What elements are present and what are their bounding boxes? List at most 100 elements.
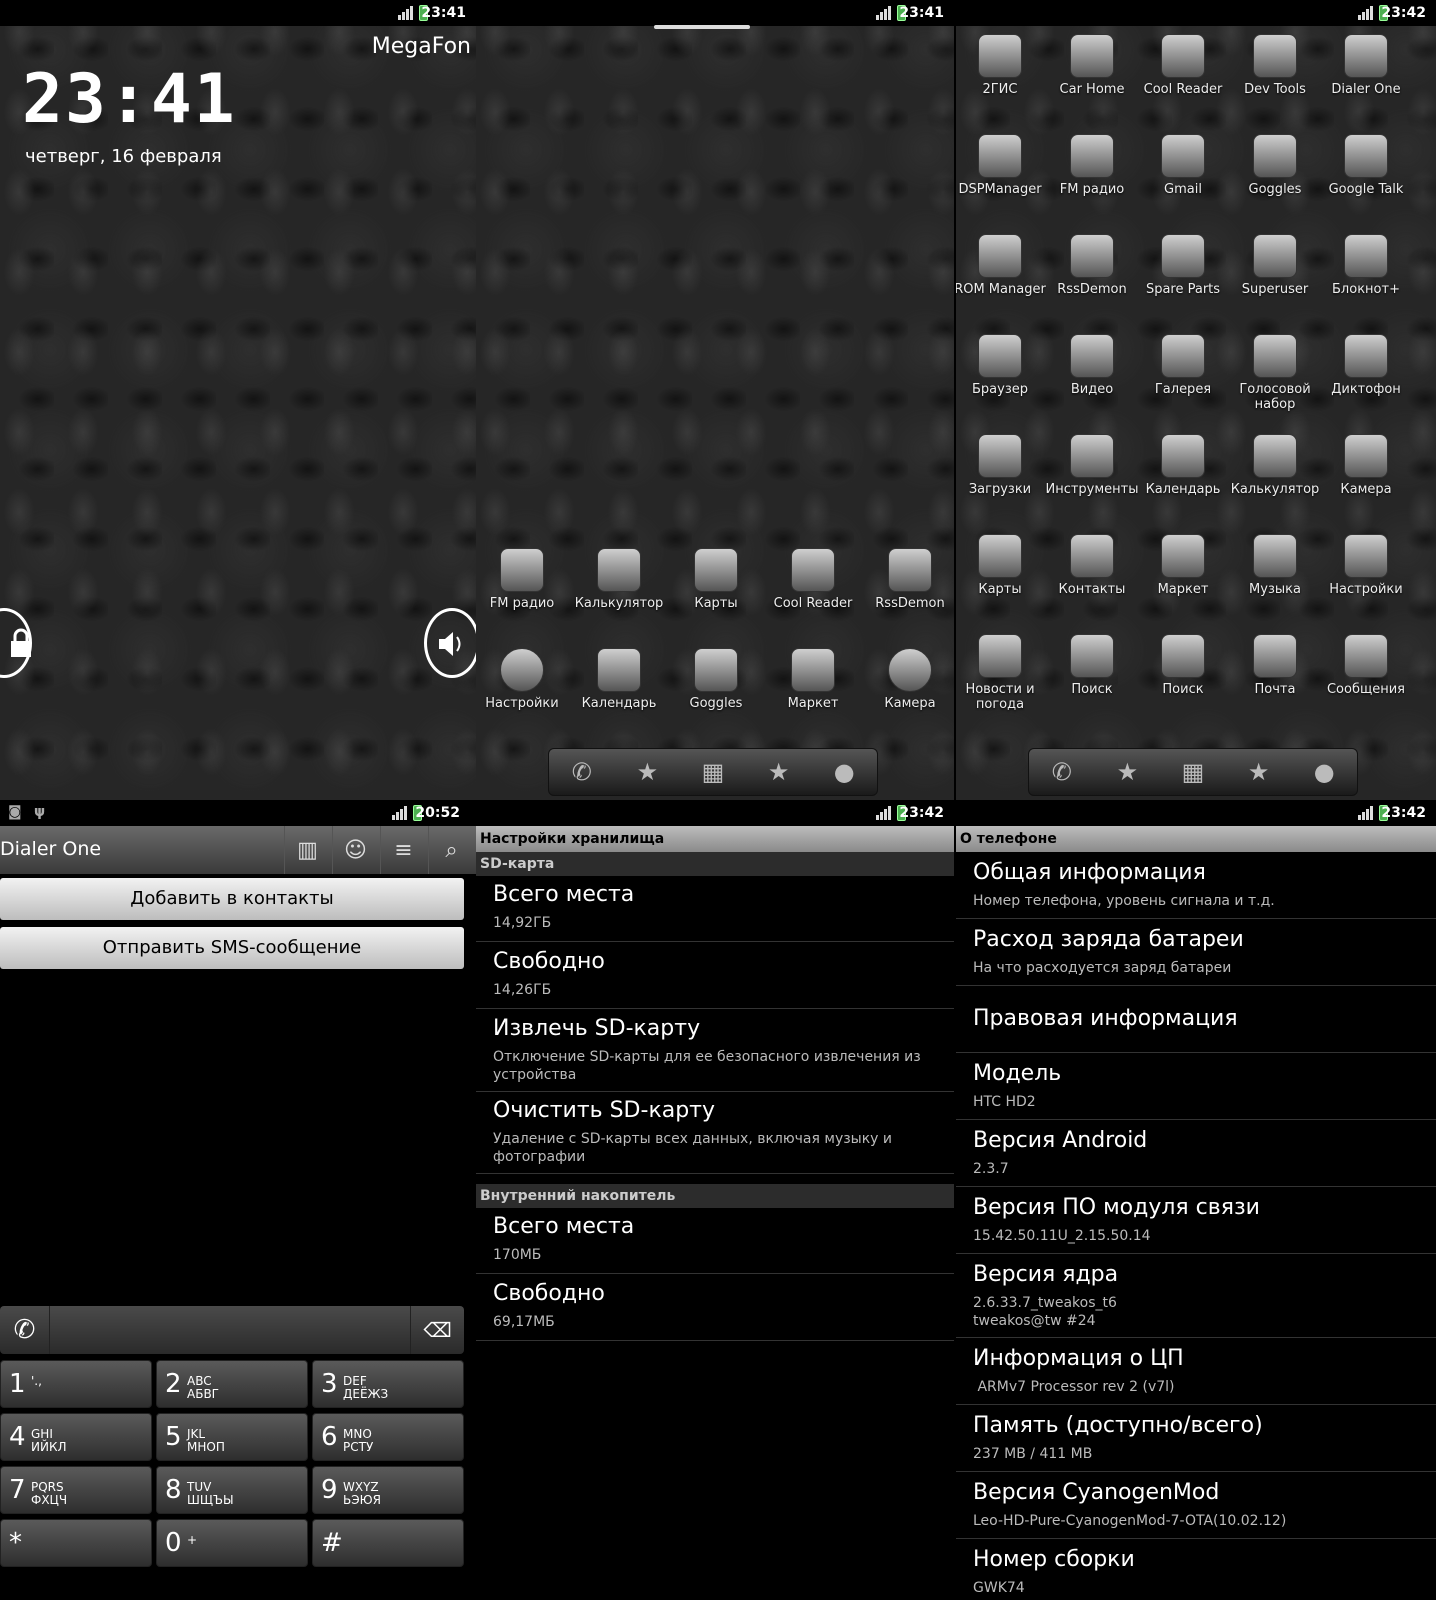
app-shortcut[interactable]: Goggles	[1227, 134, 1323, 197]
settings-item[interactable]: Версия CyanogenMod Leo-HD-Pure-CyanogenMo…	[956, 1472, 1436, 1539]
app-shortcut[interactable]: Карты	[956, 534, 1048, 597]
settings-item[interactable]: Всего места 14,92ГБ	[476, 876, 954, 942]
app-shortcut[interactable]: Сообщения	[1318, 634, 1414, 697]
app-shortcut[interactable]: Gmail	[1135, 134, 1231, 197]
browser-globe-icon[interactable]: ●	[1309, 757, 1339, 787]
settings-item[interactable]: Версия ПО модуля связи 15.42.50.11U_2.15.…	[956, 1187, 1436, 1254]
app-label: RssDemon	[875, 596, 945, 611]
settings-item[interactable]: Извлечь SD-карту Отключение SD-карты для …	[476, 1010, 954, 1092]
star-icon[interactable]: ★	[1244, 757, 1274, 787]
app-shortcut[interactable]: Dev Tools	[1227, 34, 1323, 97]
app-shortcut[interactable]: Google Talk	[1318, 134, 1414, 197]
app-shortcut[interactable]: Superuser	[1227, 234, 1323, 297]
sort-icon[interactable]: ≡	[380, 826, 426, 874]
dial-key[interactable]: 2 ABC АБВГ	[156, 1360, 308, 1408]
settings-item[interactable]: Всего места 170МБ	[476, 1208, 954, 1274]
app-shortcut[interactable]: Инструменты	[1044, 434, 1140, 497]
dial-key[interactable]: 4 GHI ИЙКЛ	[0, 1413, 152, 1461]
settings-item[interactable]: Правовая информация	[956, 986, 1436, 1053]
app-shortcut[interactable]: Музыка	[1227, 534, 1323, 597]
app-shortcut[interactable]: Поиск	[1044, 634, 1140, 697]
app-shortcut[interactable]: Контакты	[1044, 534, 1140, 597]
notification-handle[interactable]	[654, 25, 750, 29]
dial-key[interactable]: 3 DEF ДЕЁЖЗ	[312, 1360, 464, 1408]
settings-item[interactable]: Версия Android 2.3.7	[956, 1120, 1436, 1187]
unlock-slider[interactable]	[0, 608, 32, 678]
app-shortcut[interactable]: Поиск	[1135, 634, 1231, 697]
app-shortcut[interactable]: Goggles	[668, 648, 764, 711]
app-shortcut[interactable]: Spare Parts	[1135, 234, 1231, 297]
app-shortcut[interactable]: Карты	[668, 548, 764, 611]
app-shortcut[interactable]: Новости и погода	[956, 634, 1048, 712]
item-title: Правовая информация	[973, 1006, 1238, 1031]
app-shortcut[interactable]: RssDemon	[1044, 234, 1140, 297]
settings-item[interactable]: Версия ядра 2.6.33.7_tweakos_t6 tweakos@t…	[956, 1254, 1436, 1338]
app-shortcut[interactable]: Маркет	[1135, 534, 1231, 597]
dial-key[interactable]: 9 WXYZ ЬЭЮЯ	[312, 1466, 464, 1514]
app-shortcut[interactable]: DSPManager	[956, 134, 1048, 197]
dial-key[interactable]: 0 +	[156, 1519, 308, 1567]
dial-key[interactable]: 1 '.,	[0, 1360, 152, 1408]
digits-field[interactable]: ✆ ⌫	[0, 1306, 464, 1354]
app-shortcut[interactable]: FM радио	[1044, 134, 1140, 197]
app-shortcut[interactable]: Камера	[862, 648, 954, 711]
app-shortcut[interactable]: Календарь	[571, 648, 667, 711]
search-icon[interactable]: ⌕	[428, 826, 474, 874]
dial-key[interactable]: 8 TUV ШЩЪЫ	[156, 1466, 308, 1514]
settings-item[interactable]: Номер сборки GWK74	[956, 1539, 1436, 1600]
dial-key[interactable]: #	[312, 1519, 464, 1567]
star-icon[interactable]: ★	[764, 757, 794, 787]
app-shortcut[interactable]: Календарь	[1135, 434, 1231, 497]
app-shortcut[interactable]: Диктофон	[1318, 334, 1414, 397]
app-drawer-icon[interactable]: ▦	[698, 757, 728, 787]
app-shortcut[interactable]: Блокнот+	[1318, 234, 1414, 297]
app-shortcut[interactable]: Настройки	[476, 648, 570, 711]
app-shortcut[interactable]: FM радио	[476, 548, 570, 611]
dial-key[interactable]: 5 JKL МНОП	[156, 1413, 308, 1461]
settings-item[interactable]: Очистить SD-карту Удаление с SD-карты все…	[476, 1092, 954, 1174]
settings-item[interactable]: Память (доступно/всего) 237 MB / 411 MB	[956, 1405, 1436, 1472]
item-title: Номер сборки	[973, 1547, 1135, 1572]
add-contact-button[interactable]: Добавить в контакты	[0, 878, 464, 920]
app-shortcut[interactable]: Car Home	[1044, 34, 1140, 97]
app-shortcut[interactable]: Калькулятор	[1227, 434, 1323, 497]
app-shortcut[interactable]: Голосовой набор	[1227, 334, 1323, 412]
settings-item[interactable]: Информация о ЦП ARMv7 Processor rev 2 (v…	[956, 1338, 1436, 1405]
dial-key[interactable]: 7 PQRS ФХЦЧ	[0, 1466, 152, 1514]
settings-item[interactable]: Расход заряда батареи На что расходуется …	[956, 919, 1436, 986]
dial-key[interactable]: *	[0, 1519, 152, 1567]
star-icon[interactable]: ★	[1112, 757, 1142, 787]
app-shortcut[interactable]: Камера	[1318, 434, 1414, 497]
app-shortcut[interactable]: Почта	[1227, 634, 1323, 697]
app-shortcut[interactable]: Cool Reader	[1135, 34, 1231, 97]
app-shortcut[interactable]: ROM Manager	[956, 234, 1048, 297]
app-shortcut[interactable]: Dialer One	[1318, 34, 1414, 97]
backspace-icon[interactable]: ⌫	[410, 1306, 464, 1354]
dial-key[interactable]: 6 MNO РСТУ	[312, 1413, 464, 1461]
browser-globe-icon[interactable]: ●	[829, 757, 859, 787]
phone-icon[interactable]: ✆	[567, 757, 597, 787]
app-shortcut[interactable]: Калькулятор	[571, 548, 667, 611]
sound-toggle-slider[interactable]	[424, 608, 476, 678]
app-shortcut[interactable]: RssDemon	[862, 548, 954, 611]
app-shortcut[interactable]: Cool Reader	[765, 548, 861, 611]
contacts-icon[interactable]: ☺	[332, 826, 378, 874]
app-shortcut[interactable]: Маркет	[765, 648, 861, 711]
send-sms-button[interactable]: Отправить SMS-сообщение	[0, 927, 464, 969]
star-icon[interactable]: ★	[632, 757, 662, 787]
app-shortcut[interactable]: Видео	[1044, 334, 1140, 397]
app-shortcut[interactable]: Настройки	[1318, 534, 1414, 597]
call-icon[interactable]: ✆	[0, 1306, 50, 1354]
app-shortcut[interactable]: Браузер	[956, 334, 1048, 397]
app-drawer-icon[interactable]: ▦	[1178, 757, 1208, 787]
app-shortcut[interactable]: Загрузки	[956, 434, 1048, 497]
settings-item[interactable]: Общая информация Номер телефона, уровень …	[956, 852, 1436, 919]
app-label: Видео	[1070, 382, 1114, 397]
phone-icon[interactable]: ✆	[1047, 757, 1077, 787]
settings-item[interactable]: Свободно 69,17МБ	[476, 1275, 954, 1341]
app-shortcut[interactable]: Галерея	[1135, 334, 1231, 397]
building-icon[interactable]: ▥	[284, 826, 330, 874]
settings-item[interactable]: Свободно 14,26ГБ	[476, 943, 954, 1009]
app-shortcut[interactable]: 2ГИС	[956, 34, 1048, 97]
settings-item[interactable]: Модель HTC HD2	[956, 1053, 1436, 1120]
